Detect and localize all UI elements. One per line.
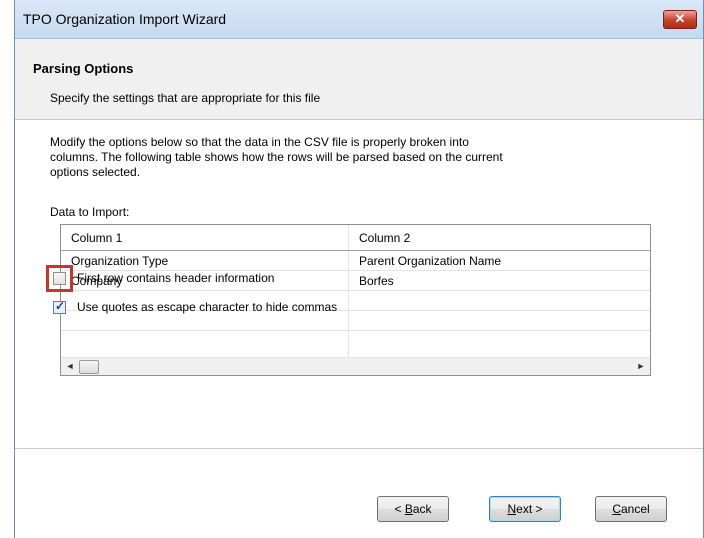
table-cell — [349, 331, 650, 359]
page-subtitle: Specify the settings that are appropriat… — [50, 91, 321, 105]
column-header-1[interactable]: Column 1 — [61, 225, 349, 250]
scroll-right-icon[interactable]: ► — [634, 358, 648, 375]
first-row-header-checkbox[interactable] — [53, 272, 66, 285]
back-mnemonic: B — [404, 502, 413, 516]
use-quotes-checkbox[interactable]: ✓ — [53, 299, 66, 314]
grid-header-row: Column 1 Column 2 — [61, 225, 650, 251]
table-cell — [61, 331, 349, 359]
instructions-text: Modify the options below so that the dat… — [50, 135, 650, 180]
table-cell: Organization Type — [61, 251, 349, 270]
first-row-header-label[interactable]: First row contains header information — [77, 271, 274, 285]
table-row[interactable]: Organization Type Parent Organization Na… — [61, 251, 650, 271]
close-button[interactable]: ✕ — [663, 10, 697, 29]
window-title: TPO Organization Import Wizard — [23, 11, 227, 27]
table-cell — [349, 291, 650, 310]
table-cell: Borfes — [359, 274, 394, 288]
wizard-header: Parsing Options Specify the settings tha… — [15, 39, 703, 120]
checkmark-icon: ✓ — [54, 299, 66, 313]
instructions-line-1: Modify the options below so that the dat… — [50, 135, 469, 149]
table-row[interactable] — [61, 311, 650, 331]
cancel-button[interactable]: Cancel — [595, 496, 667, 522]
back-prefix: < — [394, 502, 405, 516]
instructions-line-2: columns. The following table shows how t… — [50, 150, 503, 164]
table-cell: Parent Organization Name — [359, 254, 502, 268]
scroll-thumb[interactable] — [79, 360, 99, 374]
data-to-import-label: Data to Import: — [50, 205, 130, 219]
back-rest: ack — [412, 502, 432, 516]
use-quotes-label[interactable]: Use quotes as escape character to hide c… — [77, 300, 337, 314]
horizontal-scrollbar[interactable]: ◄ ► — [61, 357, 650, 375]
cancel-mnemonic: C — [612, 502, 621, 516]
title-bar[interactable]: TPO Organization Import Wizard ✕ — [15, 0, 703, 39]
close-icon: ✕ — [674, 11, 686, 26]
table-cell — [349, 311, 650, 330]
wizard-body: Modify the options below so that the dat… — [15, 120, 703, 449]
next-mnemonic: N — [507, 502, 517, 516]
next-rest: ext > — [516, 502, 543, 516]
cancel-rest: ancel — [620, 502, 650, 516]
page-title: Parsing Options — [33, 61, 134, 76]
column-header-2[interactable]: Column 2 — [349, 225, 650, 250]
instructions-line-3: options selected. — [50, 165, 141, 179]
next-button[interactable]: Next > — [489, 496, 561, 522]
scroll-left-icon[interactable]: ◄ — [63, 358, 77, 375]
back-button[interactable]: < Back — [377, 496, 449, 522]
table-row — [61, 331, 650, 359]
wizard-window: TPO Organization Import Wizard ✕ Parsing… — [14, 0, 704, 538]
